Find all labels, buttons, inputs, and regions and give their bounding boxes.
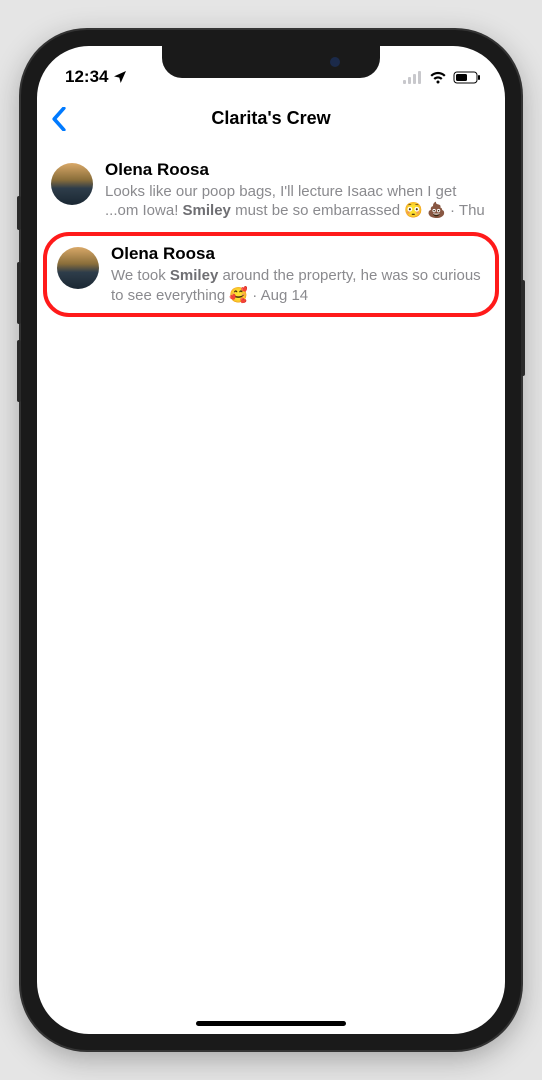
search-result-row[interactable]: Olena Roosa We took Smiley around the pr… bbox=[43, 232, 499, 316]
result-preview: Looks like our poop bags, I'll lecture I… bbox=[105, 182, 491, 220]
chevron-left-icon bbox=[51, 107, 67, 131]
mute-switch bbox=[17, 196, 21, 230]
screen: 12:34 bbox=[37, 46, 505, 1034]
result-time: Thu bbox=[459, 202, 485, 219]
location-arrow-icon bbox=[112, 69, 128, 85]
result-name: Olena Roosa bbox=[111, 244, 485, 264]
home-indicator[interactable] bbox=[196, 1021, 346, 1026]
result-preview: We took Smiley around the property, he w… bbox=[111, 266, 485, 304]
back-button[interactable] bbox=[51, 107, 67, 131]
notch bbox=[162, 46, 380, 78]
search-results-list: Olena Roosa Looks like our poop bags, I'… bbox=[37, 144, 505, 317]
avatar bbox=[51, 163, 93, 205]
result-time: Aug 14 bbox=[261, 287, 309, 304]
result-content: Olena Roosa We took Smiley around the pr… bbox=[111, 244, 485, 304]
battery-icon bbox=[453, 71, 481, 84]
nav-header: Clarita's Crew bbox=[37, 94, 505, 144]
volume-up-button bbox=[17, 262, 21, 324]
result-content: Olena Roosa Looks like our poop bags, I'… bbox=[105, 160, 491, 220]
page-title: Clarita's Crew bbox=[211, 108, 330, 129]
status-right bbox=[403, 71, 481, 84]
phone-frame: 12:34 bbox=[21, 30, 521, 1050]
result-name: Olena Roosa bbox=[105, 160, 491, 180]
power-button bbox=[521, 280, 525, 376]
volume-down-button bbox=[17, 340, 21, 402]
status-left: 12:34 bbox=[65, 67, 128, 87]
status-time: 12:34 bbox=[65, 67, 108, 87]
cellular-icon bbox=[403, 71, 423, 84]
avatar bbox=[57, 247, 99, 289]
search-result-row[interactable]: Olena Roosa Looks like our poop bags, I'… bbox=[37, 150, 505, 230]
front-camera-icon bbox=[330, 57, 340, 67]
wifi-icon bbox=[429, 71, 447, 84]
